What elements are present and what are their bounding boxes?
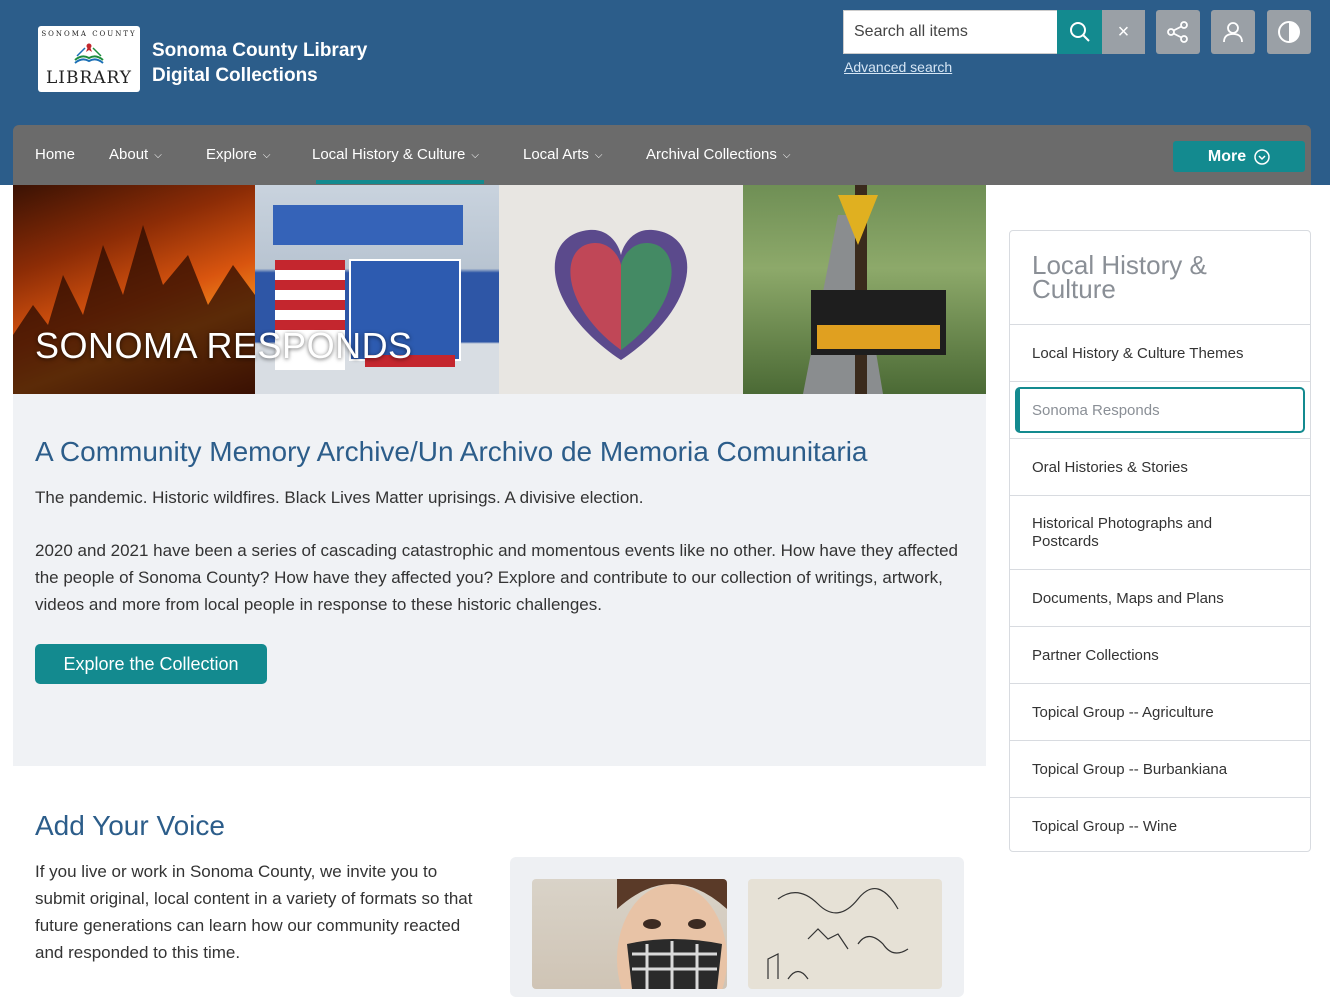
chevron-down-icon: ⌵ — [782, 150, 791, 161]
chevron-down-icon: ⌵ — [262, 150, 271, 161]
sidebar-heading: Local History & Culture — [1010, 231, 1310, 325]
logo-library-text: LIBRARY — [45, 68, 133, 88]
search-icon — [1069, 22, 1090, 42]
main-nav: Home About ⌵ Explore ⌵ Local History & Cul… — [13, 125, 1311, 185]
sidebar-item-label: Topical Group -- Agriculture — [1032, 703, 1214, 721]
site-header: SONOMA COUNTY LIBRARY Sonoma County Libr… — [0, 0, 1330, 185]
nav-local-history[interactable]: Local History & Culture ⌵ — [312, 125, 479, 185]
logo-mark-icon — [74, 43, 104, 64]
banner-trail-sign-image — [743, 185, 986, 394]
nav-about-label: About — [109, 146, 149, 163]
intro-paragraph-2: 2020 and 2021 have been a series of casc… — [35, 541, 959, 614]
add-voice-text: If you live or work in Sonoma County, we… — [35, 862, 473, 962]
explore-collection-button[interactable]: Explore the Collection — [35, 644, 267, 684]
nav-active-indicator — [316, 180, 484, 184]
nav-local-arts[interactable]: Local Arts ⌵ — [523, 125, 602, 185]
search-button[interactable] — [1057, 10, 1102, 54]
site-title-line2: Digital Collections — [152, 65, 318, 86]
search-bar: × — [843, 10, 1145, 54]
nav-local-arts-label: Local Arts — [523, 146, 589, 163]
chevron-down-icon: ⌵ — [471, 150, 479, 161]
sidebar-item-label: Topical Group -- Burbankiana — [1032, 760, 1228, 778]
nav-archival-label: Archival Collections — [646, 146, 777, 163]
library-logo[interactable]: SONOMA COUNTY LIBRARY — [38, 26, 140, 92]
close-icon: × — [1117, 20, 1130, 43]
intro-section: A Community Memory Archive/Un Archivo de… — [13, 394, 986, 766]
sidebar-item-oral-histories[interactable]: Oral Histories & Stories — [1010, 439, 1310, 496]
search-input[interactable] — [843, 10, 1058, 54]
nav-local-history-label: Local History & Culture — [312, 146, 466, 163]
blm-heart-graphic — [554, 229, 688, 360]
nav-explore[interactable]: Explore ⌵ — [206, 125, 270, 185]
user-icon — [1223, 22, 1243, 43]
sidebar-item-burbankiana[interactable]: Topical Group -- Burbankiana — [1010, 741, 1310, 798]
sidebar-item-partner-collections[interactable]: Partner Collections — [1010, 627, 1310, 684]
sidebar-item-label: Documents, Maps and Plans — [1032, 589, 1224, 607]
account-button[interactable] — [1211, 10, 1255, 54]
contrast-button[interactable] — [1267, 10, 1311, 54]
sidebar-item-label: Sonoma Responds — [1032, 401, 1160, 419]
sketch-graphic — [767, 888, 909, 980]
sidebar-item-agriculture[interactable]: Topical Group -- Agriculture — [1010, 684, 1310, 741]
intro-heading: A Community Memory Archive/Un Archivo de… — [35, 436, 868, 467]
contrast-icon — [1278, 21, 1300, 43]
site-title-line1: Sonoma County Library — [152, 40, 368, 61]
sidebar-item-label: Topical Group -- Wine — [1032, 817, 1178, 835]
trail-sign-graphic — [803, 185, 946, 394]
nav-home-label: Home — [35, 146, 76, 163]
share-button[interactable] — [1156, 10, 1200, 54]
more-button[interactable]: More — [1173, 141, 1305, 172]
sidebar-item-label: Partner Collections — [1032, 646, 1159, 664]
sidebar-item-wine[interactable]: Topical Group -- Wine — [1010, 798, 1310, 854]
sidebar-item-label: Local History & Culture Themes — [1032, 344, 1244, 362]
sidebar-item-documents[interactable]: Documents, Maps and Plans — [1010, 570, 1310, 627]
banner-blm-art-image — [499, 185, 743, 394]
nav-about[interactable]: About ⌵ — [109, 125, 162, 185]
more-label: More — [1207, 147, 1247, 165]
advanced-search-link[interactable]: Advanced search — [844, 59, 952, 75]
logo-arc-text: SONOMA COUNTY — [41, 30, 137, 38]
chevron-down-icon: ⌵ — [594, 150, 603, 161]
submission-gallery — [510, 857, 964, 997]
intro-paragraph-1: The pandemic. Historic wildfires. Black … — [35, 488, 644, 507]
mask-portrait-graphic — [617, 879, 727, 989]
sidebar-item-label: Oral Histories & Stories — [1032, 458, 1188, 476]
sidebar-item-sonoma-responds[interactable]: Sonoma Responds — [1010, 382, 1310, 439]
sidebar-item-label: Historical Photographs and Postcards — [1032, 514, 1213, 550]
hero-banner: SONOMA RESPONDS — [13, 185, 986, 394]
nav-explore-label: Explore — [206, 146, 257, 163]
add-voice-heading: Add Your Voice — [35, 810, 225, 841]
chevron-circle-icon — [1254, 148, 1270, 165]
nav-archival-collections[interactable]: Archival Collections ⌵ — [646, 125, 790, 185]
banner-title: SONOMA RESPONDS — [35, 325, 413, 366]
sidebar-item-photographs[interactable]: Historical Photographs and Postcards — [1010, 496, 1310, 570]
clear-search-button[interactable]: × — [1102, 10, 1145, 54]
sidebar-item-themes[interactable]: Local History & Culture Themes — [1010, 325, 1310, 382]
gallery-image-mask-portrait[interactable] — [532, 879, 727, 989]
nav-home[interactable]: Home — [35, 125, 75, 185]
site-title[interactable]: Sonoma County Library Digital Collection… — [152, 38, 367, 88]
gallery-image-sketch[interactable] — [748, 879, 942, 989]
section-sidebar: Local History & Culture Local History & … — [1009, 230, 1311, 852]
chevron-down-icon: ⌵ — [154, 150, 162, 161]
share-icon — [1167, 21, 1188, 43]
